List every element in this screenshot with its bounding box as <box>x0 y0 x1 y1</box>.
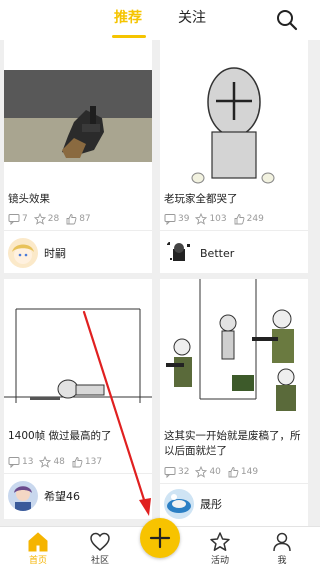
post-card[interactable]: 老玩家全都哭了 39 103 249 Better <box>160 40 308 273</box>
search-icon <box>277 10 298 31</box>
card-divider <box>160 230 308 231</box>
post-caption: 镜头效果 <box>8 193 50 205</box>
top-tab-bar: 推荐 关注 <box>0 0 320 40</box>
post-card[interactable]: 这其实一开始就是废稿了，所以后面就烂了 32 40 149 晟彤 <box>160 279 308 526</box>
nav-home[interactable]: 首页 <box>20 531 56 567</box>
create-post-button[interactable] <box>140 518 180 558</box>
avatar[interactable] <box>164 489 194 519</box>
post-caption: 这其实一开始就是废稿了，所以后面就烂了 <box>164 430 301 457</box>
comment-count[interactable]: 13 <box>8 456 33 468</box>
thumb-count[interactable]: 149 <box>227 466 258 478</box>
comment-icon <box>164 214 176 225</box>
post-thumbnail <box>4 279 152 423</box>
nav-me-label: 我 <box>277 556 287 566</box>
post-author[interactable]: 晟彤 <box>164 489 222 519</box>
star-outline-icon <box>39 456 52 468</box>
post-author[interactable]: 希望46 <box>8 481 80 511</box>
like-count[interactable]: 103 <box>195 213 227 225</box>
user-icon <box>273 532 291 552</box>
post-thumbnail <box>160 40 308 186</box>
comment-count[interactable]: 32 <box>164 466 189 478</box>
thumbs-up-icon <box>72 457 83 468</box>
avatar[interactable] <box>8 481 38 511</box>
search-button[interactable] <box>275 8 299 32</box>
star-outline-icon <box>195 213 208 225</box>
comment-count[interactable]: 7 <box>8 213 28 225</box>
thumb-count[interactable]: 137 <box>71 456 102 468</box>
post-author[interactable]: Better <box>164 238 234 268</box>
avatar[interactable] <box>8 238 38 268</box>
home-icon <box>28 532 48 552</box>
like-count[interactable]: 48 <box>39 456 65 468</box>
post-thumbnail <box>160 279 308 423</box>
nav-community[interactable]: 社区 <box>82 531 118 567</box>
heart-icon <box>90 532 110 551</box>
post-stats: 39 103 249 <box>164 212 270 226</box>
post-caption: 1400帧 做过最高的了 <box>8 430 112 442</box>
nav-community-label: 社区 <box>90 556 109 566</box>
tab-recommended[interactable]: 推荐 <box>114 9 142 27</box>
card-divider <box>160 483 308 484</box>
post-thumbnail <box>4 40 152 186</box>
nav-activity[interactable]: 活动 <box>202 531 238 567</box>
post-stats: 13 48 137 <box>8 455 108 469</box>
nav-home-label: 首页 <box>28 556 47 566</box>
thumb-count[interactable]: 249 <box>233 213 264 225</box>
comment-icon <box>8 214 20 225</box>
author-name: Better <box>200 246 235 260</box>
like-count[interactable]: 40 <box>195 466 221 478</box>
star-icon <box>210 532 230 551</box>
star-outline-icon <box>195 466 208 478</box>
active-tab-indicator <box>112 35 146 38</box>
comment-count[interactable]: 39 <box>164 213 189 225</box>
like-count[interactable]: 28 <box>33 213 59 225</box>
card-divider <box>4 230 152 231</box>
post-caption: 老玩家全都哭了 <box>164 193 238 205</box>
thumbs-up-icon <box>66 214 77 225</box>
post-feed: 镜头效果 7 28 87 时嗣 老玩家全都哭了 39 103 249 Bette… <box>0 40 320 526</box>
thumbs-up-icon <box>234 214 245 225</box>
tab-following[interactable]: 关注 <box>178 9 206 27</box>
post-card[interactable]: 1400帧 做过最高的了 13 48 137 希望46 <box>4 279 152 519</box>
author-name: 晟彤 <box>200 498 222 511</box>
comment-icon <box>164 467 176 478</box>
author-name: 时嗣 <box>44 247 66 260</box>
post-card[interactable]: 镜头效果 7 28 87 时嗣 <box>4 40 152 273</box>
nav-me[interactable]: 我 <box>264 531 300 567</box>
post-stats: 32 40 149 <box>164 465 264 479</box>
plus-icon <box>149 527 171 549</box>
card-divider <box>4 473 152 474</box>
author-name: 希望46 <box>44 490 80 503</box>
thumbs-up-icon <box>228 467 239 478</box>
star-outline-icon <box>33 213 46 225</box>
thumb-count[interactable]: 87 <box>65 213 91 225</box>
comment-icon <box>8 457 20 468</box>
nav-activity-label: 活动 <box>210 556 229 566</box>
post-stats: 7 28 87 <box>8 212 97 226</box>
post-author[interactable]: 时嗣 <box>8 238 66 268</box>
avatar[interactable] <box>164 238 194 268</box>
